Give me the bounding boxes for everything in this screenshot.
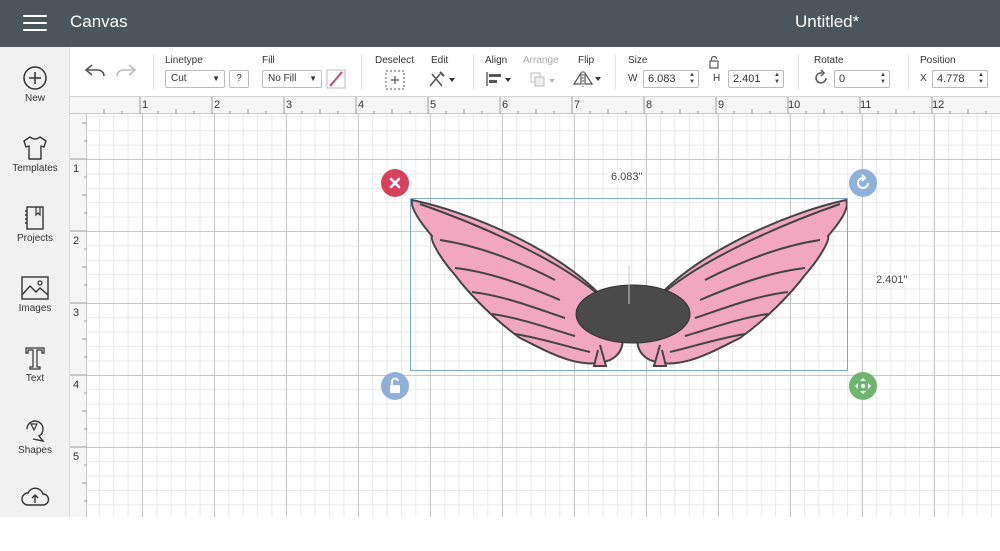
rotate-handle[interactable]	[849, 169, 877, 197]
close-icon	[389, 177, 401, 189]
selection-bounding-box[interactable]	[410, 198, 848, 371]
move-handle[interactable]	[849, 372, 877, 400]
rotate-arrow-icon	[857, 174, 869, 189]
lock-proportions-handle[interactable]	[381, 372, 409, 400]
selection-height-label: 2.401"	[874, 274, 910, 286]
unlock-icon	[390, 377, 400, 393]
selection-width-label: 6.083"	[609, 171, 645, 183]
delete-handle[interactable]	[381, 169, 409, 197]
move-arrows-icon	[855, 378, 871, 394]
